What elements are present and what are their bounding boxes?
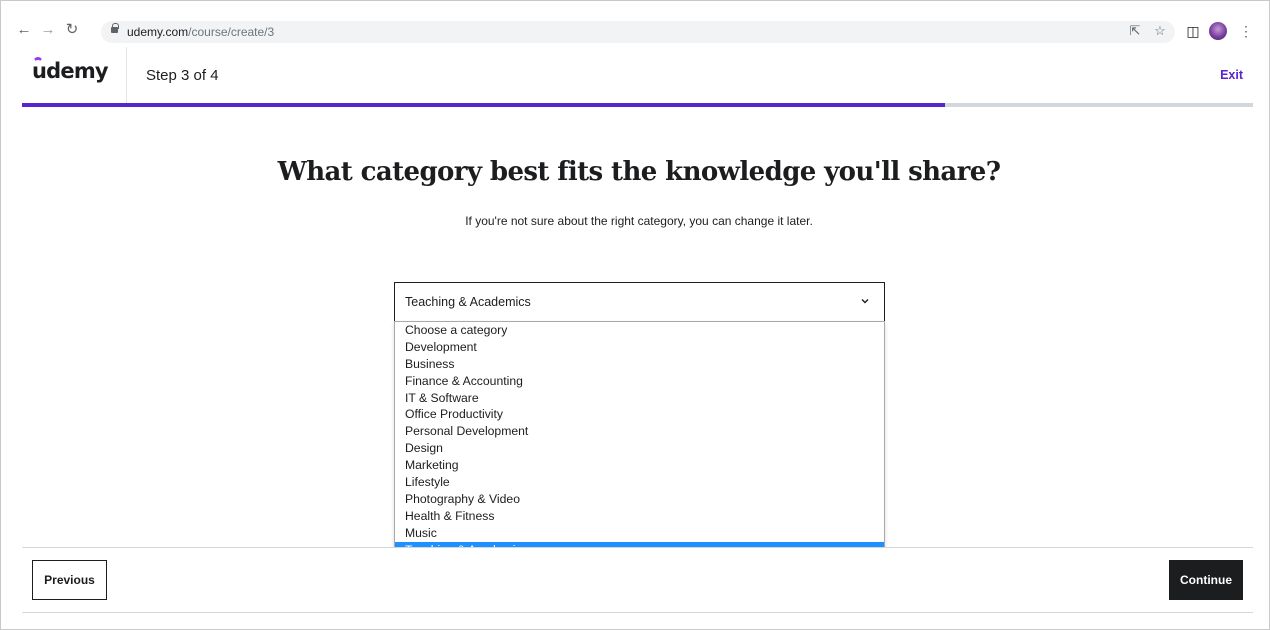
dropdown-option[interactable]: Lifestyle [395,474,884,491]
dropdown-option[interactable]: Development [395,339,884,356]
share-icon[interactable]: ⇱ [1127,23,1143,39]
dropdown-option[interactable]: Marketing [395,457,884,474]
dropdown-option[interactable]: IT & Software [395,390,884,407]
progress-bar [22,103,1253,107]
forward-arrow-icon[interactable]: → [39,21,57,39]
dropdown-option[interactable]: Photography & Video [395,491,884,508]
exit-link[interactable]: Exit [1220,68,1243,82]
url-host: udemy.com [127,25,189,39]
continue-button[interactable]: Continue [1169,560,1243,600]
page-subtitle: If you're not sure about the right categ… [465,214,813,228]
profile-avatar[interactable] [1209,22,1227,40]
url-path: /course/create/3 [188,25,275,39]
chevron-down-icon [861,299,869,304]
dropdown-option[interactable]: Choose a category [395,322,884,339]
previous-button[interactable]: Previous [32,560,107,600]
dropdown-option[interactable]: Design [395,440,884,457]
dropdown-option[interactable]: Music [395,525,884,542]
dropdown-option[interactable]: Personal Development [395,423,884,440]
url-text: udemy.com/course/create/3 [127,25,274,39]
dropdown-option[interactable]: Business [395,356,884,373]
page-title: What category best fits the knowledge yo… [277,157,1001,187]
category-select-value: Teaching & Academics [405,295,531,309]
progress-bar-fill [22,103,946,107]
address-bar[interactable]: udemy.com/course/create/3 ⇱ ☆ [101,21,1175,43]
category-dropdown-list: Choose a category Development Business Fina… [394,321,885,577]
browser-toolbar: ← → ↻ udemy.com/course/create/3 ⇱ ☆ ◫ ⋮ [13,15,1259,47]
back-arrow-icon[interactable]: ← [15,21,33,39]
lock-icon [111,23,119,35]
side-panel-icon[interactable]: ◫ [1183,21,1203,41]
dropdown-option[interactable]: Office Productivity [395,406,884,423]
category-select[interactable]: Teaching & Academics [394,282,885,322]
header-divider [126,47,127,105]
browser-window: ← → ↻ udemy.com/course/create/3 ⇱ ☆ ◫ ⋮ … [0,0,1270,630]
footer-bar: Previous Continue [22,547,1253,613]
app-header: udemy Step 3 of 4 Exit [22,47,1253,105]
bookmark-star-icon[interactable]: ☆ [1152,23,1168,39]
udemy-logo[interactable]: udemy [32,59,109,83]
browser-menu-icon[interactable]: ⋮ [1239,22,1253,40]
reload-icon[interactable]: ↻ [63,21,81,39]
dropdown-option[interactable]: Finance & Accounting [395,373,884,390]
dropdown-option[interactable]: Health & Fitness [395,508,884,525]
step-indicator: Step 3 of 4 [146,67,219,84]
